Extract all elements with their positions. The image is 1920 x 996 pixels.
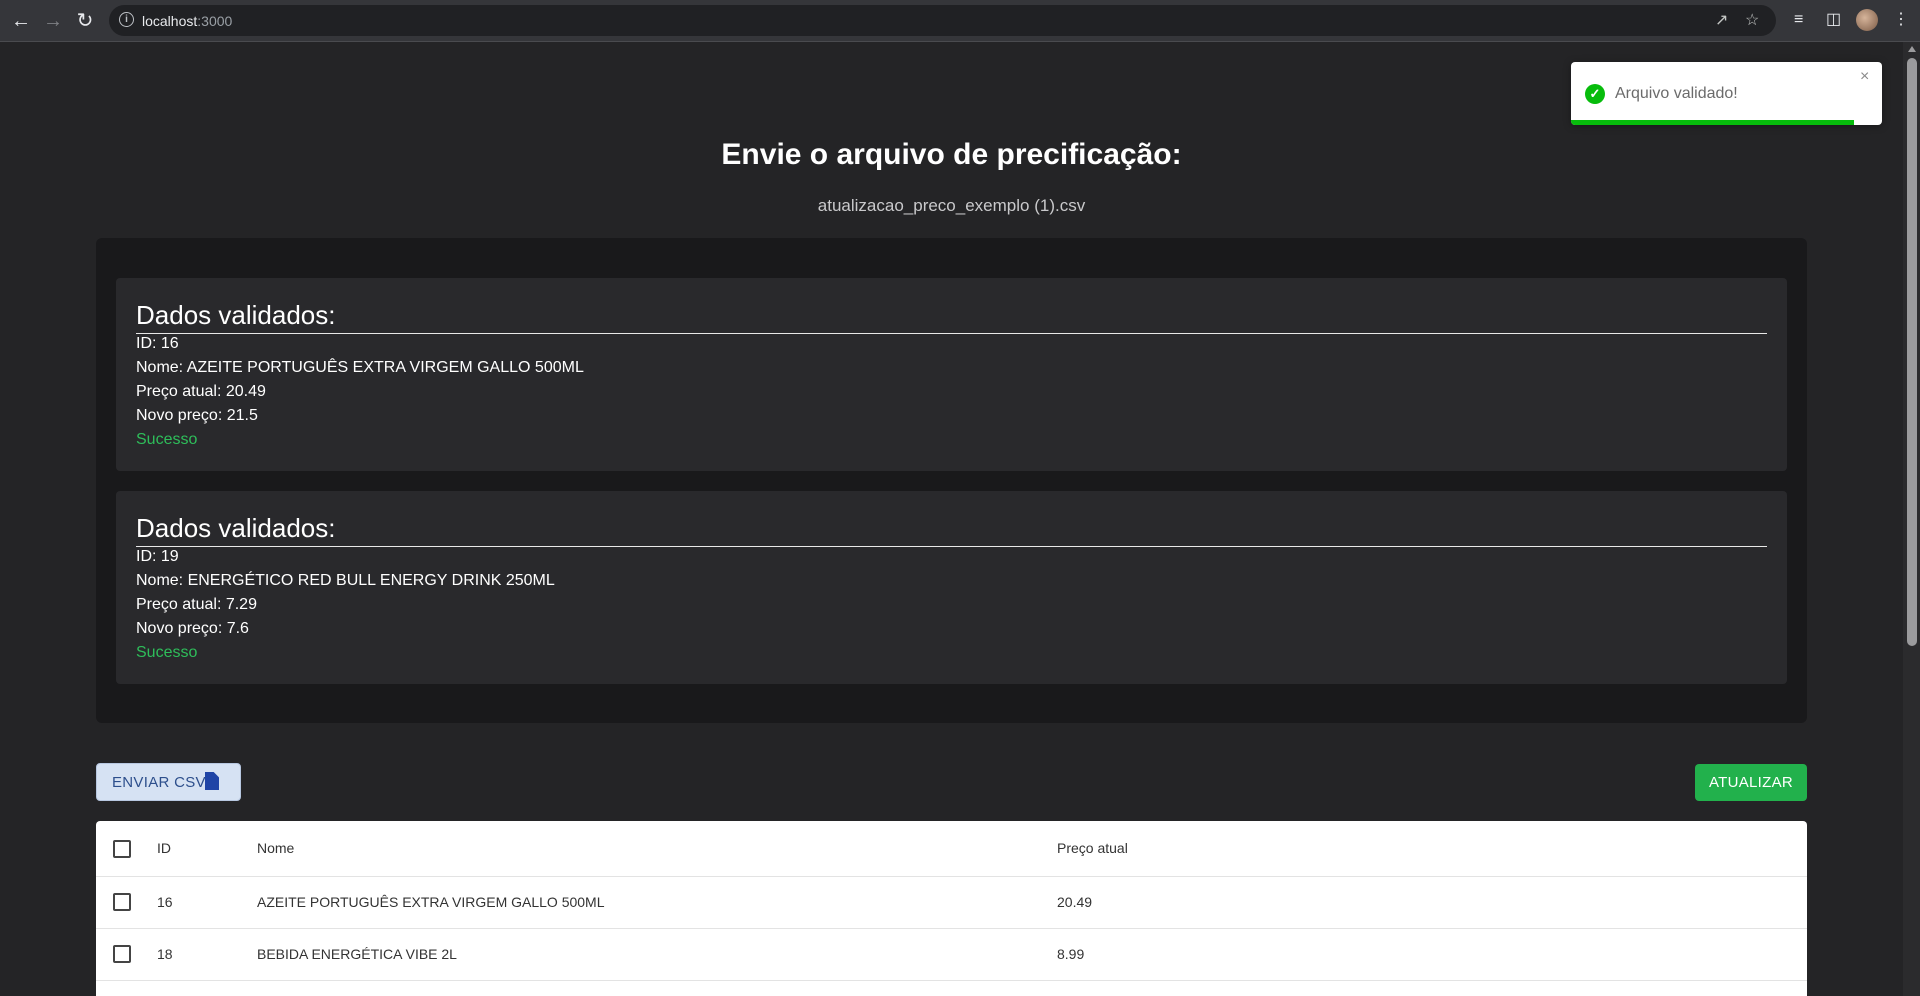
success-toast[interactable]: ✓ Arquivo validado! × <box>1571 62 1882 125</box>
toast-progress-bar <box>1571 120 1854 125</box>
scrollbar-thumb[interactable] <box>1907 58 1917 646</box>
reload-icon[interactable]: ↻ <box>72 8 98 34</box>
profile-avatar[interactable] <box>1856 9 1878 31</box>
item-status: Sucesso <box>136 644 198 661</box>
page-title: Envie o arquivo de precificação: <box>721 138 1182 171</box>
card-heading: Dados validados: <box>136 300 1767 334</box>
item-status: Sucesso <box>136 431 198 448</box>
reading-list-icon[interactable]: ≡ <box>1794 10 1803 30</box>
column-header-id[interactable]: ID <box>157 840 171 856</box>
validated-item-card: Dados validados: ID: 16 Nome: AZEITE POR… <box>116 278 1787 471</box>
cell-id: 16 <box>157 894 173 910</box>
scroll-up-icon[interactable] <box>1908 46 1916 52</box>
item-name: Nome: AZEITE PORTUGUÊS EXTRA VIRGEM GALL… <box>136 359 584 376</box>
back-icon[interactable]: ← <box>8 8 34 34</box>
item-new-price: Novo preço: 21.5 <box>136 407 258 424</box>
cell-price: 8.99 <box>1057 946 1085 962</box>
check-circle-icon: ✓ <box>1585 84 1605 104</box>
column-header-price[interactable]: Preço atual <box>1057 840 1128 856</box>
item-name: Nome: ENERGÉTICO RED BULL ENERGY DRINK 2… <box>136 572 555 589</box>
item-new-price: Novo preço: 7.6 <box>136 620 249 637</box>
item-id: ID: 16 <box>136 335 179 352</box>
cell-name: BEBIDA ENERGÉTICA VIBE 2L <box>257 946 457 962</box>
table-row[interactable]: 16 AZEITE PORTUGUÊS EXTRA VIRGEM GALLO 5… <box>96 877 1807 929</box>
row-checkbox[interactable] <box>113 893 131 911</box>
table-row[interactable]: 18 BEBIDA ENERGÉTICA VIBE 2L 8.99 <box>96 929 1807 981</box>
address-bar[interactable]: i localhost:3000 ↗ ☆ <box>109 5 1776 36</box>
validated-item-card: Dados validados: ID: 19 Nome: ENERGÉTICO… <box>116 491 1787 684</box>
card-heading: Dados validados: <box>136 513 1767 547</box>
close-icon[interactable]: × <box>1860 68 1869 86</box>
site-info-icon[interactable]: i <box>119 12 134 27</box>
toast-message: Arquivo validado! <box>1615 85 1738 102</box>
forward-icon[interactable]: → <box>40 8 66 34</box>
bookmark-star-icon[interactable]: ☆ <box>1745 12 1759 30</box>
selected-file-name: atualizacao_preco_exemplo (1).csv <box>817 196 1086 215</box>
cell-id: 18 <box>157 946 173 962</box>
browser-toolbar: ← → ↻ i localhost:3000 ↗ ☆ ≡ ◫ ⋮ <box>0 0 1920 42</box>
browser-menu-icon[interactable]: ⋮ <box>1893 10 1909 30</box>
page-scrollbar[interactable] <box>1903 42 1920 996</box>
file-icon <box>205 772 219 790</box>
item-current-price: Preço atual: 7.29 <box>136 596 257 613</box>
row-checkbox[interactable] <box>113 945 131 963</box>
cell-name: AZEITE PORTUGUÊS EXTRA VIRGEM GALLO 500M… <box>257 894 605 910</box>
side-panel-icon[interactable]: ◫ <box>1826 10 1841 30</box>
address-url: localhost:3000 <box>142 13 233 29</box>
column-header-name[interactable]: Nome <box>257 840 294 856</box>
products-table: ID Nome Preço atual 16 AZEITE PORTUGUÊS … <box>96 821 1807 996</box>
item-current-price: Preço atual: 20.49 <box>136 383 266 400</box>
validation-results-panel: Dados validados: ID: 16 Nome: AZEITE POR… <box>96 238 1807 723</box>
cell-price: 20.49 <box>1057 894 1093 910</box>
send-csv-button[interactable]: ENVIAR CSV <box>96 763 241 801</box>
table-header-row: ID Nome Preço atual <box>96 821 1807 877</box>
update-button[interactable]: ATUALIZAR <box>1695 764 1807 801</box>
share-icon[interactable]: ↗ <box>1715 12 1728 30</box>
item-id: ID: 19 <box>136 548 179 565</box>
select-all-checkbox[interactable] <box>113 840 131 858</box>
send-csv-label: ENVIAR CSV <box>112 774 206 791</box>
